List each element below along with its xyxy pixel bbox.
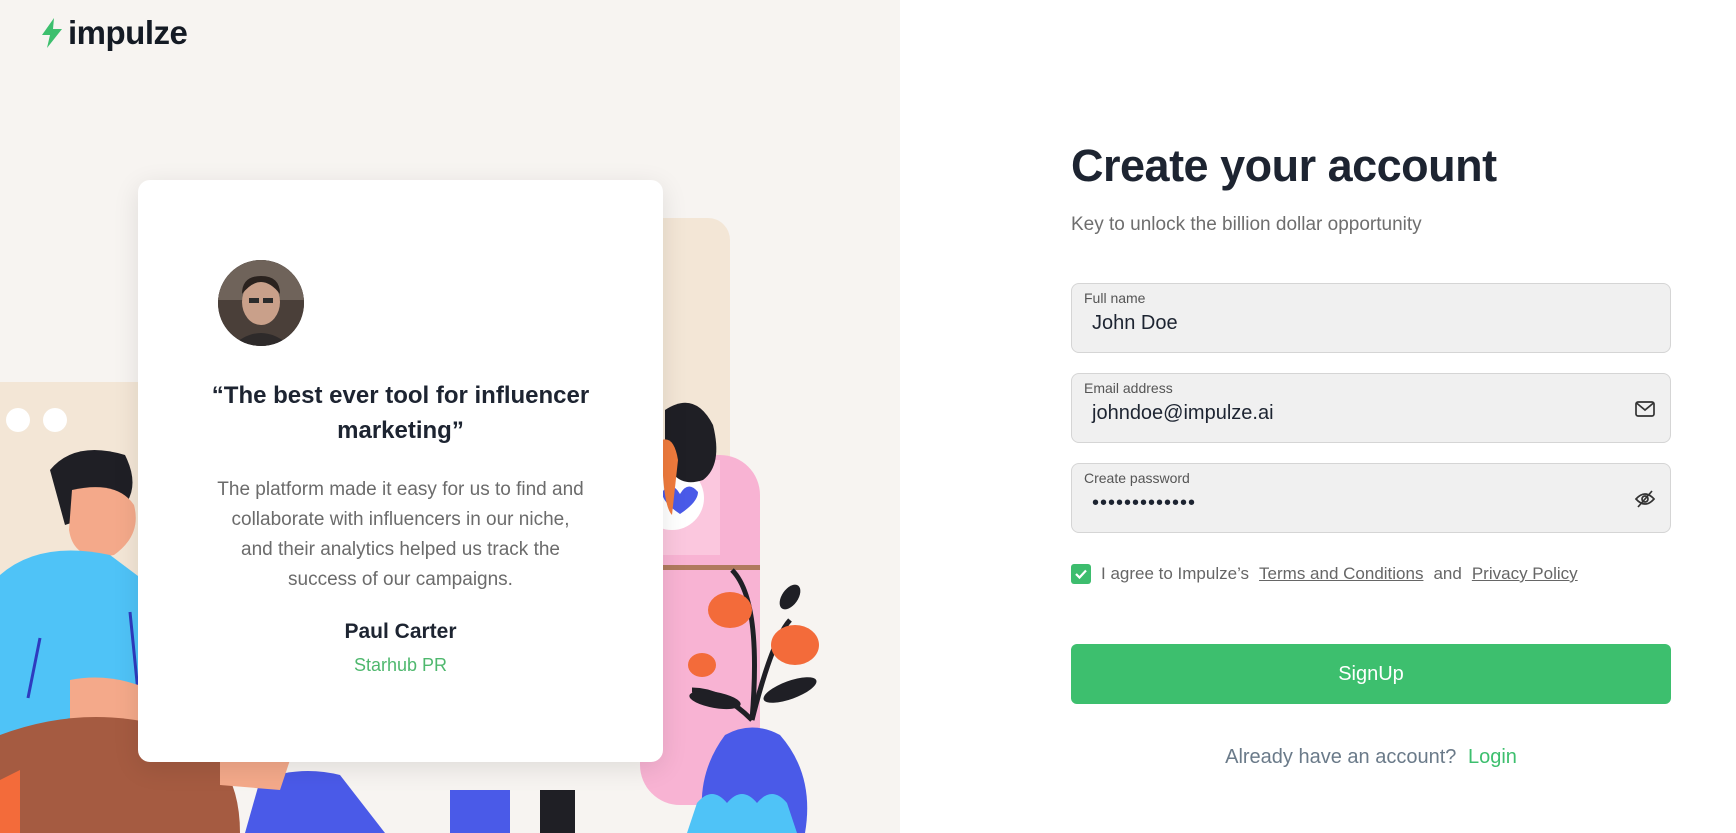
login-row: Already have an account? Login: [1071, 746, 1671, 769]
terms-and: and: [1433, 564, 1462, 583]
email-label: Email address: [1084, 380, 1173, 396]
password-field[interactable]: Create password •••••••••••••: [1071, 463, 1671, 533]
terms-link[interactable]: Terms and Conditions: [1259, 564, 1423, 584]
login-prompt: Already have an account?: [1225, 746, 1457, 768]
email-field[interactable]: Email address johndoe@impulze.ai: [1071, 373, 1671, 443]
page-subtitle: Key to unlock the billion dollar opportu…: [1071, 214, 1422, 235]
testimonial-company: Starhub PR: [353, 655, 448, 675]
right-panel: Create your account Key to unlock the bi…: [900, 0, 1736, 833]
eye-off-icon[interactable]: [1634, 488, 1656, 510]
privacy-link[interactable]: Privacy Policy: [1472, 564, 1578, 584]
mail-icon: [1635, 401, 1655, 417]
check-icon: [1075, 569, 1087, 580]
testimonial-card: “The best ever tool for influencer marke…: [138, 180, 663, 762]
terms-checkbox[interactable]: [1071, 564, 1091, 584]
testimonial-quote: “The best ever tool for influencer marke…: [211, 382, 590, 444]
fullname-input[interactable]: John Doe: [1092, 312, 1178, 335]
fullname-label: Full name: [1084, 290, 1146, 306]
page-title: Create your account: [1071, 140, 1497, 191]
signup-button[interactable]: SignUp: [1071, 644, 1671, 704]
left-panel: impulze “The best ever tool for influenc…: [0, 0, 900, 833]
avatar: [218, 260, 304, 346]
login-link[interactable]: Login: [1468, 746, 1517, 768]
terms-row: I agree to Impulze’s Terms and Condition…: [1071, 564, 1578, 584]
logo-text: impulze: [68, 14, 188, 51]
signup-form: Create your account Key to unlock the bi…: [1071, 140, 1671, 768]
testimonial-name: Paul Carter: [344, 620, 457, 643]
bolt-icon: [42, 18, 62, 48]
password-input[interactable]: •••••••••••••: [1092, 492, 1196, 515]
password-label: Create password: [1084, 470, 1190, 486]
email-input[interactable]: johndoe@impulze.ai: [1092, 402, 1274, 425]
fullname-field[interactable]: Full name John Doe: [1071, 283, 1671, 353]
logo[interactable]: impulze: [40, 14, 188, 52]
testimonial-body: The platform made it easy for us to find…: [217, 479, 584, 590]
terms-text: I agree to Impulze’s: [1101, 564, 1250, 583]
